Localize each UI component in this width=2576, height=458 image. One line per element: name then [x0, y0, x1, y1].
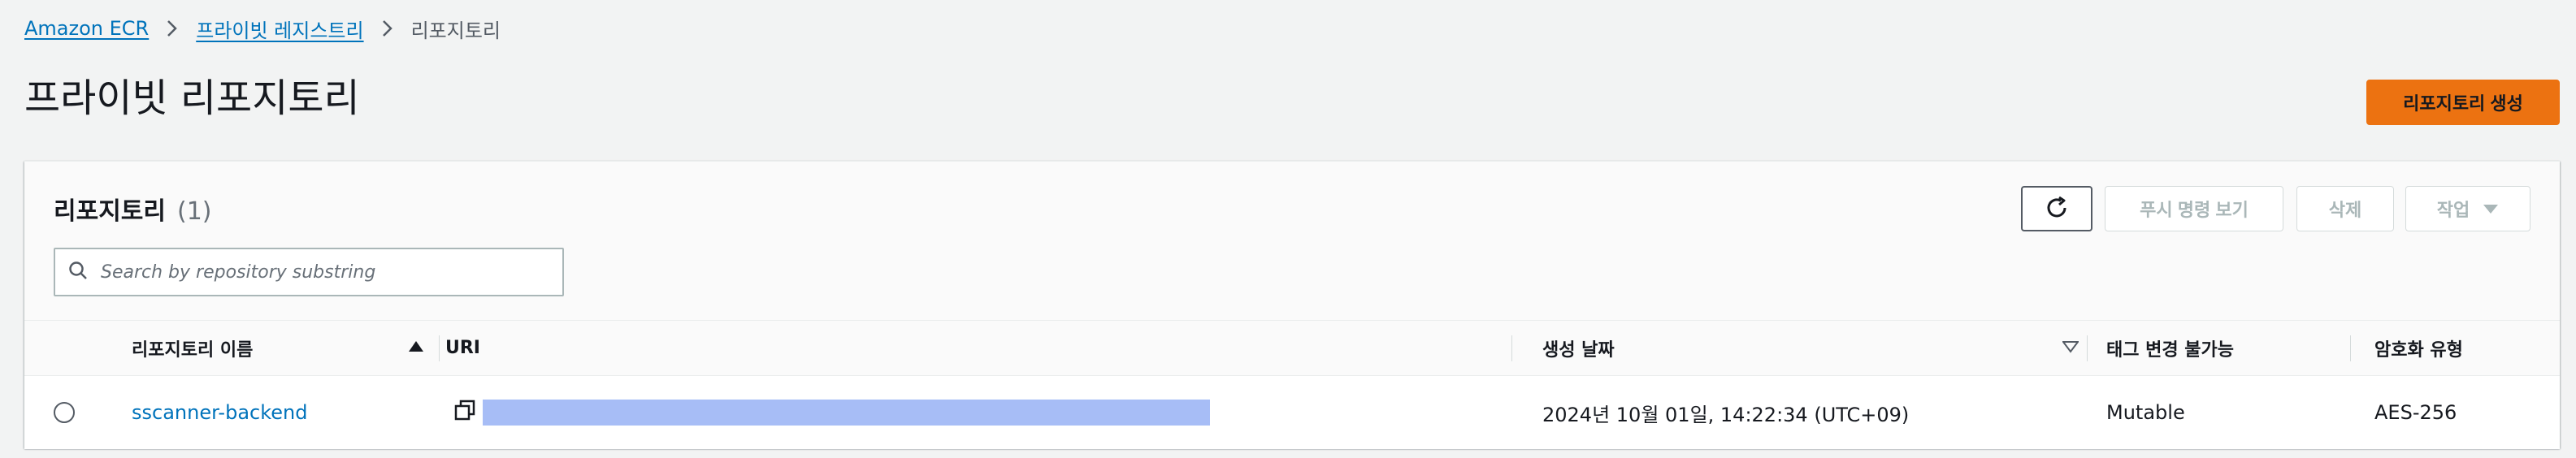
search-field: [54, 248, 564, 296]
column-header-name-label: 리포지토리 이름: [132, 339, 254, 361]
repositories-panel: 리포지토리 (1) 푸시 명령 보기 삭제 작업 Search by repos…: [24, 161, 2560, 449]
view-push-commands-button[interactable]: 푸시 명령 보기: [2105, 186, 2283, 231]
column-header-name[interactable]: 리포지토리 이름: [132, 321, 424, 375]
tag-immutability-text: Mutable: [2106, 401, 2185, 424]
column-header-created-label: 생성 날짜: [1542, 339, 1615, 361]
column-divider: [439, 335, 440, 361]
actions-label: 작업: [2436, 200, 2470, 220]
copy-icon[interactable]: [453, 399, 476, 426]
column-header-tag-immutability-label: 태그 변경 불가능: [2106, 339, 2234, 361]
panel-header: 리포지토리 (1) 푸시 명령 보기 삭제 작업: [24, 162, 2560, 321]
chevron-right-icon: [163, 19, 181, 37]
column-header-uri: URI: [445, 321, 480, 375]
page-title: 프라이빗 리포지토리: [24, 76, 360, 121]
column-header-tag-immutability: 태그 변경 불가능: [2106, 321, 2234, 375]
radio-button[interactable]: [54, 402, 75, 423]
table-header: 리포지토리 이름 URI 생성 날짜 태그 변경 불가능 암호화 유형: [24, 321, 2560, 376]
search-input[interactable]: [99, 261, 562, 283]
sort-unsorted-icon[interactable]: [2062, 338, 2079, 358]
breadcrumb-link-amazon-ecr[interactable]: Amazon ECR: [24, 17, 149, 40]
column-header-encryption: 암호화 유형: [2374, 321, 2463, 375]
column-header-encryption-label: 암호화 유형: [2374, 339, 2463, 361]
repository-count: (1): [177, 197, 212, 226]
sort-ascending-icon[interactable]: [408, 338, 424, 358]
actions-dropdown-button[interactable]: 작업: [2405, 186, 2530, 231]
created-date-text: 2024년 10월 01일, 14:22:34 (UTC+09): [1542, 403, 1910, 426]
breadcrumb: Amazon ECR 프라이빗 레지스트리 리포지토리: [24, 15, 501, 42]
cell-uri: [453, 376, 1210, 449]
refresh-icon: [2044, 195, 2070, 223]
column-header-uri-label: URI: [445, 338, 480, 358]
repository-name-link[interactable]: sscanner-backend: [132, 401, 307, 424]
caret-down-icon: [2483, 198, 2499, 219]
breadcrumb-current: 리포지토리: [410, 19, 501, 42]
breadcrumb-link-private-registry[interactable]: 프라이빗 레지스트리: [196, 15, 363, 43]
column-divider: [2350, 335, 2351, 361]
cell-encryption: AES-256: [2374, 376, 2457, 449]
cell-created-date: 2024년 10월 01일, 14:22:34 (UTC+09): [1542, 376, 1909, 449]
chevron-right-icon: [379, 19, 397, 37]
column-header-created[interactable]: 생성 날짜: [1542, 321, 2079, 375]
cell-tag-immutability: Mutable: [2106, 376, 2185, 449]
panel-title-text: 리포지토리: [54, 197, 166, 226]
delete-button[interactable]: 삭제: [2296, 186, 2394, 231]
table-row: sscanner-backend 2024년 10월 01일, 14:22:34…: [24, 376, 2560, 449]
column-divider: [1511, 335, 1512, 361]
refresh-button[interactable]: [2021, 186, 2092, 231]
uri-value-redacted: [483, 400, 1210, 426]
panel-title: 리포지토리 (1): [54, 191, 212, 227]
create-repository-button[interactable]: 리포지토리 생성: [2366, 80, 2560, 125]
column-divider: [2087, 335, 2088, 361]
encryption-text: AES-256: [2374, 401, 2457, 424]
search-icon: [68, 261, 88, 283]
cell-repository-name: sscanner-backend: [132, 376, 307, 449]
row-select-radio[interactable]: [54, 376, 75, 449]
